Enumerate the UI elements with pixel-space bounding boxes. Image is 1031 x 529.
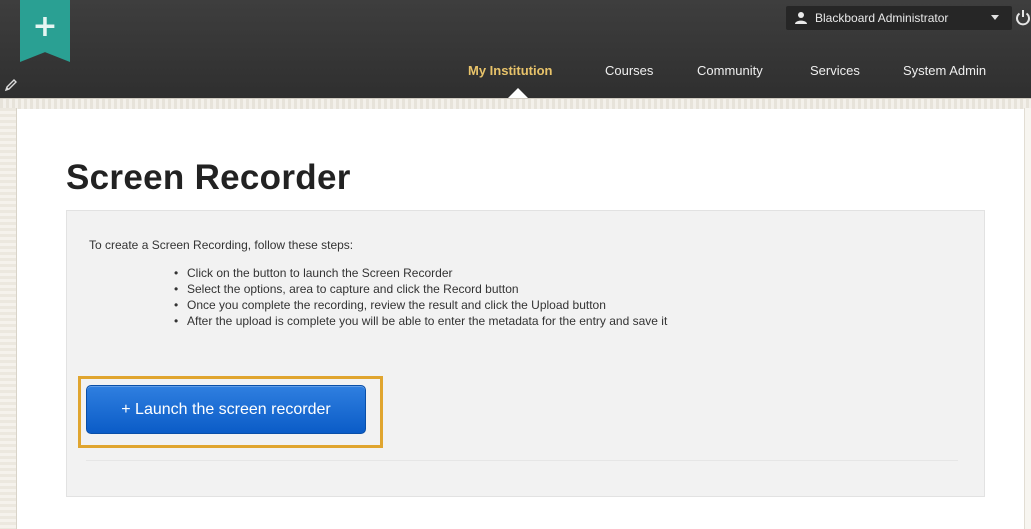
steps-list: • Click on the button to launch the Scre… xyxy=(174,265,667,329)
header-divider xyxy=(0,98,1031,109)
user-name: Blackboard Administrator xyxy=(815,11,949,25)
plus-icon: + xyxy=(32,9,58,44)
bullet: • xyxy=(174,314,179,328)
power-icon[interactable] xyxy=(1015,7,1031,27)
recorder-panel xyxy=(66,210,985,497)
tab-courses[interactable]: Courses xyxy=(605,63,653,81)
chevron-down-icon[interactable] xyxy=(991,15,999,20)
step-text: Select the options, area to capture and … xyxy=(187,282,519,296)
step-text: After the upload is complete you will be… xyxy=(187,314,668,328)
instructions-intro: To create a Screen Recording, follow the… xyxy=(89,238,354,252)
user-icon xyxy=(795,12,807,24)
tab-services[interactable]: Services xyxy=(810,63,860,81)
list-item: • Once you complete the recording, revie… xyxy=(174,297,667,313)
right-rail xyxy=(1024,108,1031,529)
bullet: • xyxy=(174,266,179,280)
tab-my-institution[interactable]: My Institution xyxy=(468,63,553,81)
step-text: Click on the button to launch the Screen… xyxy=(187,266,453,280)
tab-community[interactable]: Community xyxy=(697,63,763,81)
page-title: Screen Recorder xyxy=(66,158,351,197)
step-text: Once you complete the recording, review … xyxy=(187,298,606,312)
active-tab-pointer xyxy=(508,88,528,98)
list-item: • Click on the button to launch the Scre… xyxy=(174,265,667,281)
panel-divider xyxy=(86,460,958,461)
user-menu[interactable]: Blackboard Administrator xyxy=(786,6,1012,30)
bullet: • xyxy=(174,282,179,296)
list-item: • Select the options, area to capture an… xyxy=(174,281,667,297)
list-item: • After the upload is complete you will … xyxy=(174,313,667,329)
page: + Blackboard Administrator My Institutio… xyxy=(0,0,1031,529)
bullet: • xyxy=(174,298,179,312)
launch-screen-recorder-button[interactable]: + Launch the screen recorder xyxy=(86,385,366,434)
tab-system-admin[interactable]: System Admin xyxy=(903,63,986,81)
left-rail xyxy=(0,108,17,529)
pencil-icon[interactable] xyxy=(4,78,18,92)
